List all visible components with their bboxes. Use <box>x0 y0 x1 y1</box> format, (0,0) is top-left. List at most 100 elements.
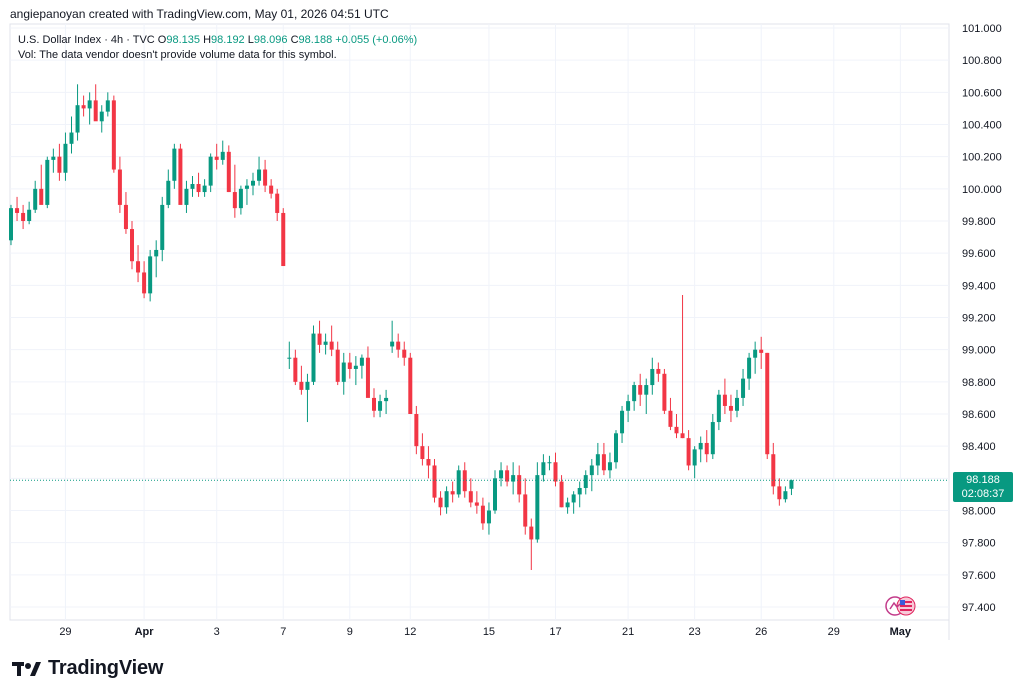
candle-body <box>789 480 794 489</box>
candle-body <box>517 475 522 495</box>
candle-body <box>523 494 528 527</box>
candle-body <box>426 459 431 466</box>
candle-body <box>154 249 159 257</box>
price-tick-label: 100.600 <box>962 87 1002 99</box>
candle-body <box>601 454 606 471</box>
candle-body <box>353 365 358 369</box>
low-value: 98.096 <box>253 34 288 46</box>
candle-body <box>741 378 746 398</box>
symbol-legend: U.S. Dollar Index · 4h · TVC O98.135 H98… <box>18 33 417 63</box>
price-tick-label: 97.800 <box>962 538 996 550</box>
candle-body <box>710 422 715 455</box>
candle-body <box>33 188 38 210</box>
candle-body <box>771 454 776 487</box>
candle-body <box>553 462 558 482</box>
candle-body <box>753 349 758 358</box>
candle-body <box>728 405 733 411</box>
candle-body <box>238 188 243 209</box>
candle-body <box>565 502 570 508</box>
candle-body <box>105 100 110 112</box>
candle <box>9 204 13 246</box>
candle-body <box>160 204 165 250</box>
price-tick-label: 97.600 <box>962 570 996 582</box>
candle-body <box>547 462 552 464</box>
candle <box>765 352 770 460</box>
candle-body <box>69 132 74 144</box>
candle-body <box>571 494 576 503</box>
time-tick-label: 29 <box>59 626 71 638</box>
candle-body <box>51 156 56 160</box>
candle <box>111 95 116 173</box>
candle-body <box>438 497 443 508</box>
candle-body <box>577 487 582 495</box>
candle-body <box>317 333 322 345</box>
candle-body <box>450 491 455 495</box>
candle-body <box>668 410 673 427</box>
candle-body <box>535 475 540 540</box>
tradingview-logo[interactable]: TradingView <box>12 657 163 680</box>
candle-body <box>45 159 50 205</box>
time-tick-label: 7 <box>280 626 286 638</box>
chart-caption: angiepanoyan created with TradingView.co… <box>10 7 389 21</box>
candle <box>408 352 413 414</box>
candle-body <box>244 185 249 189</box>
candle-body <box>275 193 280 213</box>
candle-body <box>251 180 255 186</box>
candle-body <box>414 414 419 447</box>
candle-body <box>329 341 334 350</box>
ohlc-row: U.S. Dollar Index · 4h · TVC O98.135 H98… <box>18 33 417 48</box>
candle-body <box>583 475 588 488</box>
candle-body <box>142 272 147 294</box>
candle-body <box>136 261 141 273</box>
candle-body <box>408 357 413 414</box>
price-tick-label: 99.800 <box>962 216 996 228</box>
price-tick-label: 99.400 <box>962 280 996 292</box>
candle-body <box>323 341 328 345</box>
candle-body <box>541 462 546 476</box>
candle-body <box>650 368 655 386</box>
candle-body <box>444 491 449 508</box>
candle-body <box>420 446 425 460</box>
candle-body <box>15 208 20 213</box>
time-tick-label: 26 <box>755 626 767 638</box>
candle <box>662 368 667 414</box>
candle-body <box>747 357 752 379</box>
change-value: +0.055 (+0.06%) <box>335 34 418 46</box>
candle-body <box>372 397 376 411</box>
tradingview-logo-icon <box>12 661 41 676</box>
candle-body <box>226 151 231 193</box>
candle-body <box>468 491 473 503</box>
candle-body <box>148 256 153 294</box>
high-label: H <box>203 34 212 46</box>
candle-body <box>81 105 86 109</box>
candle-body <box>347 362 352 369</box>
bar-countdown: 02:08:37 <box>961 488 1005 500</box>
time-tick-label: 29 <box>828 626 840 638</box>
candle <box>281 208 286 267</box>
candle-body <box>396 341 401 350</box>
price-tick-label: 97.400 <box>962 602 996 614</box>
candle-body <box>486 510 491 524</box>
close-value: 98.188 <box>298 34 333 46</box>
candle-body <box>75 105 80 133</box>
candle-body <box>166 180 171 205</box>
price-tick-label: 100.200 <box>962 152 1002 164</box>
candle <box>226 145 231 193</box>
candle-body <box>311 333 316 382</box>
candle-body <box>656 368 661 374</box>
candle-body <box>692 449 697 466</box>
symbol-name[interactable]: U.S. Dollar Index · 4h · TVC <box>18 34 155 46</box>
candle-body <box>63 143 68 173</box>
candle-body <box>269 185 274 194</box>
time-tick-label: 23 <box>689 626 701 638</box>
candle-body <box>299 381 304 390</box>
price-axis-labels: 101.000 100.800 100.600 100.400 100.200 100.0… <box>962 23 1002 614</box>
candle-body <box>390 341 395 347</box>
candle-body <box>529 526 534 540</box>
candle-body <box>232 192 237 209</box>
candle <box>45 156 50 209</box>
us-flag-earnings-icon[interactable] <box>885 595 919 617</box>
candle-body <box>783 491 788 500</box>
candle-body <box>281 212 286 267</box>
candle-body <box>704 442 709 455</box>
